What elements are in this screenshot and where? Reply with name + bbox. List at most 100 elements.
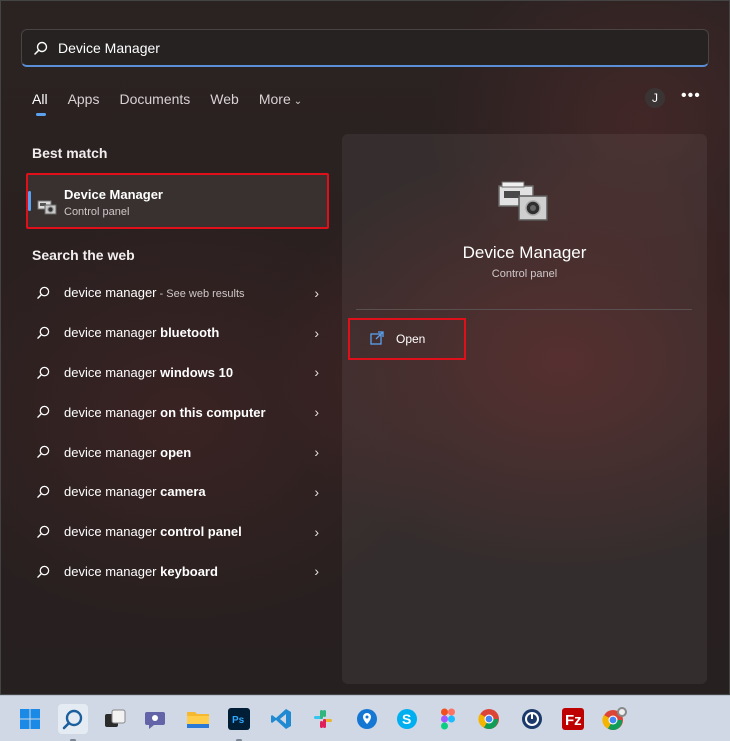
chevron-right-icon: › <box>314 563 319 580</box>
web-result-prefix: device manager <box>64 524 161 540</box>
vscode-icon[interactable] <box>266 704 296 734</box>
web-result-text: device manager camera <box>64 484 206 499</box>
chevron-right-icon: › <box>314 404 319 421</box>
avatar[interactable]: J <box>645 88 665 108</box>
best-match-item[interactable]: Device Manager Control panel <box>26 173 329 229</box>
task-view-icon[interactable] <box>100 704 130 734</box>
web-result-bold: bluetooth <box>160 325 220 341</box>
open-external-icon <box>370 331 384 345</box>
web-result-prefix: device manager <box>64 404 161 420</box>
filter-tabs: All Apps Documents Web More ⌄ <box>32 91 322 117</box>
search-icon <box>37 525 50 538</box>
web-result-bold: keyboard <box>160 563 218 579</box>
filezilla-icon[interactable]: Fz <box>558 704 588 734</box>
tab-web-label: Web <box>210 91 239 107</box>
selection-accent <box>28 191 31 211</box>
web-result-item[interactable]: device manager control panel › <box>29 512 327 552</box>
search-icon <box>37 406 50 419</box>
web-result-bold: on this computer <box>160 404 266 420</box>
web-result-item[interactable]: device manager on this computer › <box>29 392 327 432</box>
search-icon <box>37 485 50 498</box>
photoshop-label: Ps <box>232 715 245 726</box>
slack-icon[interactable] <box>308 704 338 734</box>
tab-documents[interactable]: Documents <box>119 91 190 117</box>
web-result-hint: - See web results <box>156 288 245 301</box>
taskbar-search-icon[interactable] <box>58 704 88 734</box>
detail-card: Device Manager Control panel Open <box>342 134 707 684</box>
search-icon <box>34 41 48 55</box>
svg-text:Fz: Fz <box>565 712 582 729</box>
best-match-heading: Best match <box>32 145 108 161</box>
web-result-prefix: device manager <box>64 444 161 460</box>
tab-web[interactable]: Web <box>210 91 239 117</box>
web-result-prefix: device manager <box>64 285 157 301</box>
file-explorer-icon[interactable] <box>183 704 213 734</box>
search-icon <box>37 326 50 339</box>
chevron-right-icon: › <box>314 324 319 341</box>
device-manager-large-icon <box>498 181 548 221</box>
open-label: Open <box>396 332 426 346</box>
web-result-prefix: device manager <box>64 484 161 500</box>
search-box[interactable] <box>21 29 709 67</box>
tab-all[interactable]: All <box>32 91 48 117</box>
web-result-prefix: device manager <box>64 325 161 341</box>
web-result-text: device manager on this computer <box>64 405 266 420</box>
divider <box>356 309 692 310</box>
device-manager-icon <box>37 200 57 215</box>
web-result-bold: open <box>160 444 192 460</box>
web-result-bold: control panel <box>160 524 242 540</box>
web-result-text: device manager windows 10 <box>64 365 233 380</box>
figma-icon[interactable] <box>433 704 463 734</box>
web-result-text: device manager control panel <box>64 524 242 539</box>
tab-documents-label: Documents <box>119 91 191 107</box>
tab-apps[interactable]: Apps <box>68 91 100 117</box>
svg-text:S: S <box>402 711 411 727</box>
web-result-text: device manager bluetooth <box>64 325 219 340</box>
more-options-icon[interactable]: ••• <box>681 87 701 105</box>
web-result-text: device manager open <box>64 445 191 460</box>
web-result-item[interactable]: device manager - See web results › <box>29 273 327 313</box>
tab-more[interactable]: More ⌄ <box>259 91 302 117</box>
chevron-right-icon: › <box>314 523 319 540</box>
web-result-item[interactable]: device manager camera › <box>29 472 327 512</box>
chrome-profile-icon[interactable] <box>600 704 630 734</box>
web-result-prefix: device manager <box>64 364 161 380</box>
best-match-subtitle: Control panel <box>64 206 130 218</box>
web-results-list: device manager - See web results › device … <box>29 273 327 591</box>
taskbar: Ps S Fz <box>0 695 730 741</box>
more-options-label: ••• <box>681 87 701 104</box>
chevron-down-icon: ⌄ <box>293 96 303 107</box>
web-result-item[interactable]: device manager windows 10 › <box>29 353 327 393</box>
detail-subtitle: Control panel <box>491 268 558 280</box>
best-match-name: Device Manager <box>64 187 163 202</box>
photoshop-icon[interactable]: Ps <box>224 704 254 734</box>
skype-icon[interactable]: S <box>392 704 422 734</box>
start-search-panel: All Apps Documents Web More⌄ J ••• Best … <box>0 0 730 695</box>
web-result-prefix: device manager <box>64 563 161 579</box>
web-result-bold: camera <box>160 484 206 500</box>
maps-pin-icon[interactable] <box>352 704 382 734</box>
web-result-item[interactable]: device manager bluetooth › <box>29 313 327 353</box>
search-input[interactable] <box>58 39 658 56</box>
tab-more-label: More <box>258 91 291 107</box>
chrome-icon[interactable] <box>474 704 504 734</box>
search-icon <box>37 445 50 458</box>
chevron-right-icon: › <box>314 444 319 461</box>
detail-title: Device Manager <box>462 243 587 262</box>
tab-apps-label: Apps <box>67 91 100 107</box>
chevron-right-icon: › <box>314 483 319 500</box>
search-icon <box>37 565 50 578</box>
tab-all-label: All <box>32 91 48 107</box>
web-result-text: device manager - See web results <box>64 285 245 300</box>
search-web-heading: Search the web <box>32 247 135 263</box>
web-result-item[interactable]: device manager open › <box>29 432 327 472</box>
windows-start-icon[interactable] <box>15 704 45 734</box>
web-result-text: device manager keyboard <box>64 564 218 579</box>
avatar-initial: J <box>652 91 658 105</box>
chevron-right-icon: › <box>314 284 319 301</box>
clock-app-icon[interactable] <box>517 704 547 734</box>
teams-chat-icon[interactable] <box>140 704 170 734</box>
open-button[interactable]: Open <box>348 318 466 360</box>
search-icon <box>37 366 50 379</box>
web-result-item[interactable]: device manager keyboard › <box>29 552 327 592</box>
